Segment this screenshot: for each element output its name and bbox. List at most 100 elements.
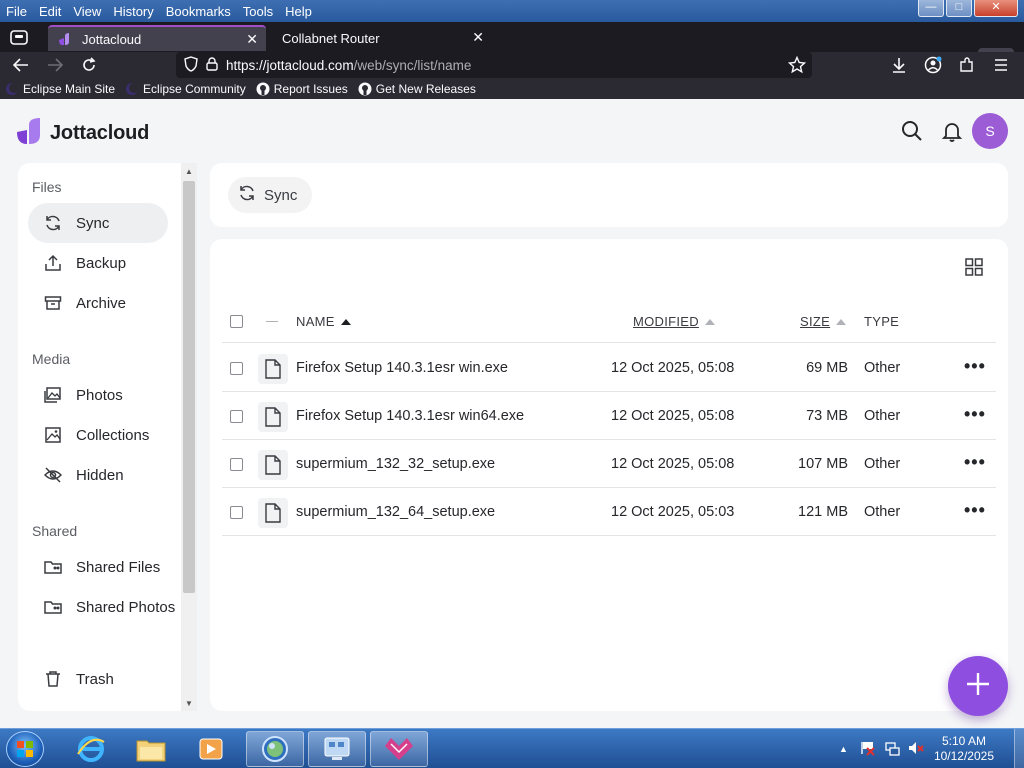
file-size: 107 MB bbox=[798, 456, 848, 472]
sync-icon bbox=[238, 184, 256, 206]
sidebar-item-shared-files[interactable]: Shared Files bbox=[28, 547, 196, 587]
firefox-taskbar-icon[interactable] bbox=[246, 731, 304, 767]
menu-tools[interactable]: Tools bbox=[237, 4, 279, 19]
tray-expand-icon[interactable]: ▲ bbox=[839, 744, 848, 754]
tab-jottacloud[interactable]: Jottacloud ✕ bbox=[48, 25, 266, 51]
clock[interactable]: 5:10 AM 10/12/2025 bbox=[934, 734, 994, 764]
column-header-type[interactable]: TYPE bbox=[864, 314, 899, 329]
more-options-icon[interactable]: ••• bbox=[964, 356, 986, 377]
clock-time: 5:10 AM bbox=[941, 734, 986, 748]
more-options-icon[interactable]: ••• bbox=[964, 452, 986, 473]
bookmark-eclipse-main-site[interactable]: Eclipse Main Site bbox=[0, 82, 120, 96]
extensions-icon[interactable] bbox=[956, 55, 978, 75]
row-checkbox[interactable] bbox=[230, 410, 243, 423]
window-controls: — □ ✕ bbox=[918, 0, 1018, 17]
lock-icon[interactable] bbox=[206, 56, 218, 74]
select-all-checkbox[interactable] bbox=[230, 315, 243, 328]
file-name[interactable]: supermium_132_64_setup.exe bbox=[296, 504, 495, 520]
minimize-button[interactable]: — bbox=[918, 0, 944, 17]
jottacloud-favicon-icon bbox=[58, 31, 74, 47]
archive-icon bbox=[44, 293, 64, 313]
table-row[interactable]: supermium_132_64_setup.exe 12 Oct 2025, … bbox=[222, 488, 996, 536]
sidebar-item-archive[interactable]: Archive bbox=[28, 283, 168, 323]
file-explorer-icon[interactable] bbox=[122, 731, 180, 767]
account-icon[interactable] bbox=[922, 55, 944, 75]
sidebar-section-media: Media bbox=[32, 351, 71, 367]
column-header-name[interactable]: NAME bbox=[296, 314, 351, 329]
table-row[interactable]: Firefox Setup 140.3.1esr win64.exe 12 Oc… bbox=[222, 392, 996, 440]
grid-view-icon[interactable] bbox=[964, 257, 984, 277]
github-icon bbox=[256, 82, 270, 96]
control-panel-icon[interactable] bbox=[308, 731, 366, 767]
menu-help[interactable]: Help bbox=[279, 4, 318, 19]
close-tab-icon[interactable]: ✕ bbox=[246, 31, 258, 48]
row-checkbox[interactable] bbox=[230, 506, 243, 519]
navigation-bar: https://jottacloud.com/web/sync/list/nam… bbox=[0, 52, 1024, 78]
scroll-down-arrow-icon[interactable]: ▼ bbox=[185, 699, 193, 708]
tab-collabnet-router[interactable]: Collabnet Router ✕ bbox=[270, 25, 492, 51]
row-checkbox[interactable] bbox=[230, 362, 243, 375]
network-icon[interactable] bbox=[884, 740, 900, 759]
menu-bookmarks[interactable]: Bookmarks bbox=[160, 4, 237, 19]
hamburger-menu-icon[interactable] bbox=[990, 55, 1012, 75]
sidebar-section-files: Files bbox=[32, 179, 62, 195]
file-name[interactable]: Firefox Setup 140.3.1esr win.exe bbox=[296, 360, 508, 376]
add-button[interactable] bbox=[948, 656, 1008, 716]
column-header-modified[interactable]: MODIFIED bbox=[633, 314, 715, 329]
back-arrow-icon[interactable] bbox=[10, 55, 32, 75]
reload-icon[interactable] bbox=[78, 55, 100, 75]
file-name[interactable]: Firefox Setup 140.3.1esr win64.exe bbox=[296, 408, 524, 424]
row-checkbox[interactable] bbox=[230, 458, 243, 471]
forward-arrow-icon[interactable] bbox=[44, 55, 66, 75]
sidebar-section-shared: Shared bbox=[32, 523, 78, 539]
sidebar-item-sync[interactable]: Sync bbox=[28, 203, 168, 243]
table-row[interactable]: Firefox Setup 140.3.1esr win.exe 12 Oct … bbox=[222, 344, 996, 392]
menu-edit[interactable]: Edit bbox=[33, 4, 67, 19]
sidebar-scrollbar[interactable]: ▲ ▼ bbox=[181, 163, 197, 711]
sync-breadcrumb-chip[interactable]: Sync bbox=[228, 177, 312, 213]
tab-overview-icon[interactable] bbox=[6, 26, 32, 48]
bookmark-report-issues[interactable]: Report Issues bbox=[251, 82, 353, 96]
file-name[interactable]: supermium_132_32_setup.exe bbox=[296, 456, 495, 472]
close-tab-icon[interactable]: ✕ bbox=[472, 29, 484, 46]
scroll-up-arrow-icon[interactable]: ▲ bbox=[185, 167, 193, 176]
show-desktop-button[interactable] bbox=[1014, 729, 1024, 768]
eclipse-icon bbox=[5, 82, 19, 96]
sidebar-item-shared-photos[interactable]: Shared Photos bbox=[28, 587, 196, 627]
bookmark-get-new-releases[interactable]: Get New Releases bbox=[353, 82, 481, 96]
sidebar-item-hidden[interactable]: Hidden bbox=[28, 455, 168, 495]
jottacloud-logo[interactable]: Jottacloud bbox=[16, 117, 149, 150]
maximize-button[interactable]: □ bbox=[946, 0, 972, 17]
search-icon[interactable] bbox=[900, 119, 924, 143]
downloads-icon[interactable] bbox=[888, 55, 910, 75]
internet-explorer-icon[interactable] bbox=[62, 731, 120, 767]
shared-files-icon bbox=[44, 557, 64, 577]
eclipse-icon bbox=[125, 82, 140, 96]
menu-history[interactable]: History bbox=[107, 4, 159, 19]
bookmark-star-icon[interactable] bbox=[787, 55, 807, 77]
media-player-icon[interactable] bbox=[182, 731, 240, 767]
bookmark-eclipse-community[interactable]: Eclipse Community bbox=[120, 82, 251, 96]
close-window-button[interactable]: ✕ bbox=[974, 0, 1018, 17]
avatar[interactable]: S bbox=[972, 113, 1008, 149]
table-row[interactable]: supermium_132_32_setup.exe 12 Oct 2025, … bbox=[222, 440, 996, 488]
bell-icon[interactable] bbox=[940, 119, 964, 143]
menu-view[interactable]: View bbox=[67, 4, 107, 19]
app-taskbar-icon[interactable] bbox=[370, 731, 428, 767]
column-header-size[interactable]: SIZE bbox=[800, 314, 847, 329]
start-button[interactable] bbox=[6, 731, 44, 767]
sidebar: Files Sync Backup Archive Media Photos C… bbox=[18, 163, 196, 711]
menu-file[interactable]: File bbox=[0, 4, 33, 19]
volume-muted-icon[interactable] bbox=[908, 740, 924, 759]
more-options-icon[interactable]: ••• bbox=[964, 404, 986, 425]
more-options-icon[interactable]: ••• bbox=[964, 500, 986, 521]
sidebar-item-backup[interactable]: Backup bbox=[28, 243, 168, 283]
sidebar-item-trash[interactable]: Trash bbox=[28, 659, 168, 699]
file-type: Other bbox=[864, 456, 901, 472]
address-bar[interactable]: https://jottacloud.com/web/sync/list/nam… bbox=[176, 52, 812, 78]
scrollbar-thumb[interactable] bbox=[183, 181, 195, 593]
action-center-icon[interactable] bbox=[860, 740, 876, 759]
sidebar-item-collections[interactable]: Collections bbox=[28, 415, 168, 455]
sidebar-item-photos[interactable]: Photos bbox=[28, 375, 168, 415]
tracking-shield-icon[interactable] bbox=[184, 55, 198, 75]
